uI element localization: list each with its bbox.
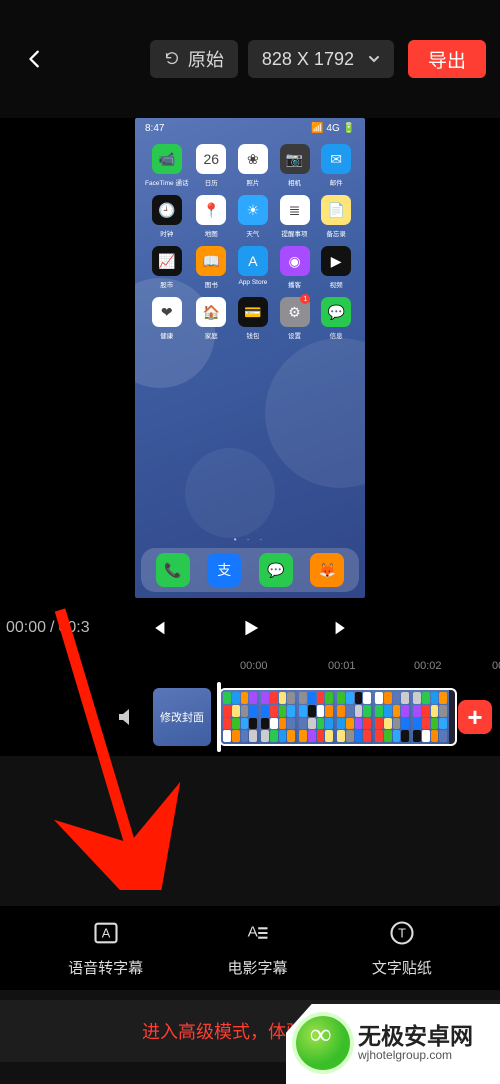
ruler-tick: 00: <box>492 660 500 672</box>
preview-app: ◉播客 <box>276 246 314 289</box>
preview-app: 📍地图 <box>192 195 230 238</box>
cover-label: 修改封面 <box>160 709 204 725</box>
aspect-ratio-button[interactable]: 原始 <box>150 40 238 78</box>
movie-subtitle-button[interactable]: A 电影字幕 <box>227 919 287 978</box>
chevron-down-icon <box>368 53 380 65</box>
current-time: 00:00 <box>6 619 46 637</box>
preview-app: ▶视频 <box>317 246 355 289</box>
preview-dock: 📞 支 💬 🦊 <box>141 548 359 592</box>
svg-text:A: A <box>101 925 110 940</box>
dock-app-phone: 📞 <box>156 553 190 587</box>
dock-app-wechat: 💬 <box>259 553 293 587</box>
preview-app: AApp Store <box>234 246 272 289</box>
playback-bar: 00:00 / 00:3 <box>0 598 500 658</box>
preview-app: 📷相机 <box>276 144 314 187</box>
preview-app-grid: 📹FaceTime 通话26日历❀照片📷相机✉邮件 🕘时钟📍地图☀天气≣提醒事项📄… <box>135 138 365 340</box>
preview-app: ☀天气 <box>234 195 272 238</box>
total-time: 00:3 <box>59 619 90 637</box>
editor-header: 原始 828 X 1792 导出 <box>0 0 500 118</box>
tool-label: 语音转字幕 <box>68 957 143 978</box>
add-clip-button[interactable]: + <box>458 700 492 734</box>
video-clip[interactable] <box>219 688 457 746</box>
dock-app-uc: 🦊 <box>310 553 344 587</box>
watermark: ∞ 无极安卓网 wjhotelgroup.com <box>296 1016 473 1070</box>
preview-app: ≣提醒事项 <box>276 195 314 238</box>
tool-label: 文字贴纸 <box>372 957 432 978</box>
prev-frame-button[interactable] <box>147 617 169 639</box>
play-button[interactable] <box>239 617 261 639</box>
movie-subtitle-icon: A <box>243 919 271 947</box>
back-button[interactable] <box>24 48 46 70</box>
preview-area: 8:47 📶 4G 🔋 📹FaceTime 通话26日历❀照片📷相机✉邮件 🕘时钟… <box>0 118 500 598</box>
voice-subtitle-icon: A <box>92 919 120 947</box>
status-time: 8:47 <box>145 123 164 134</box>
preview-app: 🏠家庭 <box>192 297 230 340</box>
preview-app: 📈股市 <box>145 246 188 289</box>
export-label: 导出 <box>428 46 466 73</box>
preview-app: 💬信息 <box>317 297 355 340</box>
text-tools-bar: A 语音转字幕 A 电影字幕 T 文字贴纸 <box>0 906 500 990</box>
dock-app-alipay: 支 <box>207 553 241 587</box>
preview-statusbar: 8:47 📶 4G 🔋 <box>135 118 365 138</box>
preview-app: 📖图书 <box>192 246 230 289</box>
text-sticker-icon: T <box>388 919 416 947</box>
preview-app: 📄备忘录 <box>317 195 355 238</box>
preview-phone[interactable]: 8:47 📶 4G 🔋 📹FaceTime 通话26日历❀照片📷相机✉邮件 🕘时钟… <box>135 118 365 598</box>
preview-app: 🕘时钟 <box>145 195 188 238</box>
time-ruler[interactable]: 00:00 00:01 00:02 00: <box>0 658 500 678</box>
preview-app: 26日历 <box>192 144 230 187</box>
preview-app: ✉邮件 <box>317 144 355 187</box>
aspect-label: 原始 <box>188 46 224 72</box>
export-button[interactable]: 导出 <box>408 40 486 78</box>
svg-text:T: T <box>398 925 406 940</box>
ruler-tick: 00:00 <box>240 660 268 672</box>
preview-app: ❤健康 <box>145 297 188 340</box>
voice-to-subtitle-button[interactable]: A 语音转字幕 <box>68 919 143 978</box>
text-sticker-button[interactable]: T 文字贴纸 <box>372 919 432 978</box>
playhead[interactable] <box>217 682 221 752</box>
preview-app: ❀照片 <box>234 144 272 187</box>
chevron-left-icon <box>24 48 46 70</box>
rotate-icon <box>164 51 180 67</box>
page-indicator: • · · <box>135 535 365 544</box>
edit-cover-button[interactable]: 修改封面 <box>153 688 211 746</box>
preview-app: 💳钱包 <box>234 297 272 340</box>
preview-app: ⚙设置1 <box>276 297 314 340</box>
time-display: 00:00 / 00:3 <box>6 619 90 637</box>
time-separator: / <box>50 619 54 637</box>
resolution-text: 828 X 1792 <box>262 49 354 70</box>
watermark-url: wjhotelgroup.com <box>358 1049 473 1063</box>
timeline[interactable]: 修改封面 + <box>0 678 500 756</box>
ruler-tick: 00:02 <box>414 660 442 672</box>
ruler-tick: 00:01 <box>328 660 356 672</box>
mute-button[interactable] <box>115 705 139 729</box>
tool-label: 电影字幕 <box>227 957 287 978</box>
watermark-title: 无极安卓网 <box>358 1023 473 1049</box>
resolution-button[interactable]: 828 X 1792 <box>248 40 394 78</box>
status-right: 📶 4G 🔋 <box>311 123 355 134</box>
preview-app: 📹FaceTime 通话 <box>145 144 188 187</box>
next-frame-button[interactable] <box>331 617 353 639</box>
svg-text:A: A <box>248 923 259 940</box>
watermark-logo-icon: ∞ <box>296 1016 350 1070</box>
